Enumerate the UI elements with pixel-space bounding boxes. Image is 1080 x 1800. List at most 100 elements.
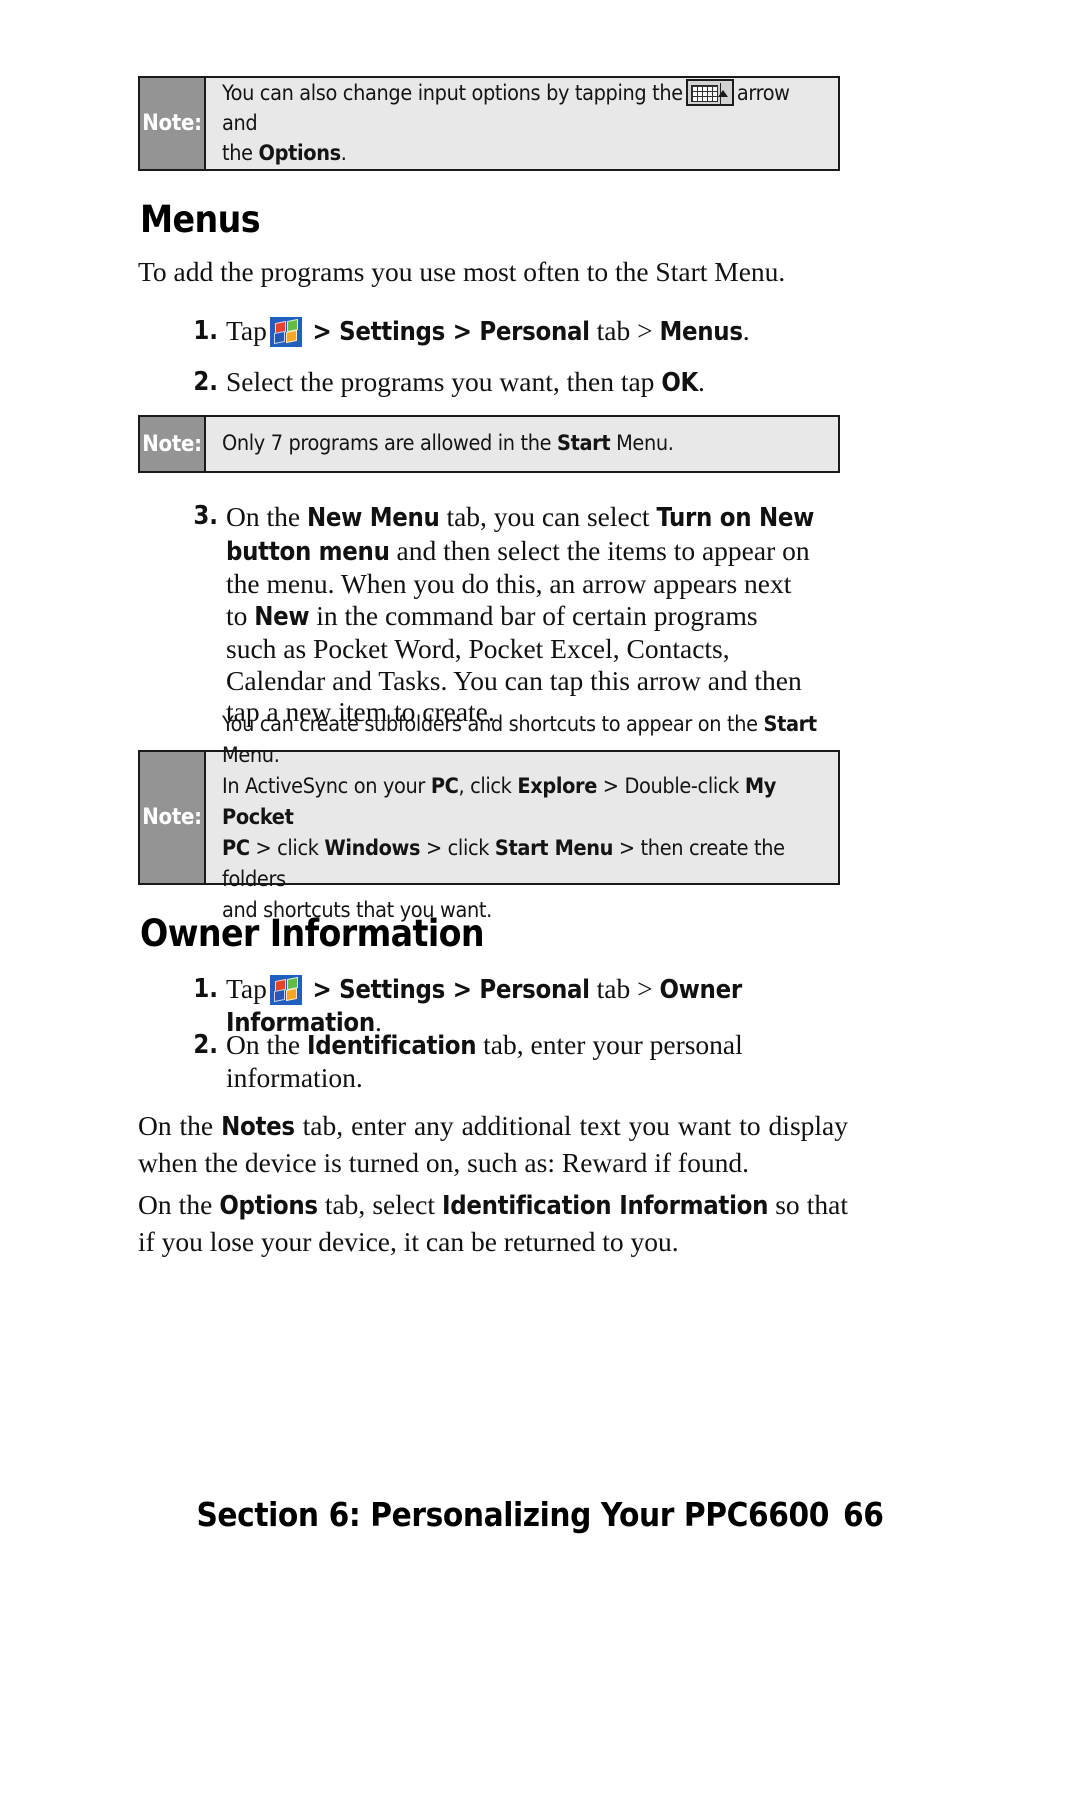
menus-step-3: 3. On the New Menu tab, you can select T…: [190, 501, 880, 728]
n3-l2e: > Double-click: [597, 774, 745, 799]
s3-new-menu: New Menu: [306, 503, 440, 533]
owner-step1-personal: Personal: [479, 975, 590, 1005]
n3-l1a: You can create subfolders and shortcuts …: [222, 712, 764, 737]
step1-sep2: >: [445, 317, 480, 347]
s3-new-bold: New: [254, 601, 310, 632]
p-options-a: On the: [138, 1189, 220, 1220]
note3-line1: You can create subfolders and shortcuts …: [222, 709, 824, 771]
soft-keyboard-arrow-icon: [685, 78, 734, 106]
note-label: Note:: [142, 111, 202, 136]
note2-after: Menu.: [610, 431, 674, 456]
owner-step2-rest: tab, enter your personal: [476, 1029, 743, 1060]
windows-start-icon[interactable]: [269, 975, 302, 1005]
step1-tap-word: Tap: [226, 315, 267, 346]
note2-line: Only 7 programs are allowed in the Start…: [222, 429, 824, 459]
note2-start-bold: Start: [557, 431, 611, 456]
menus-step-2: 2. Select the programs you want, then ta…: [190, 366, 870, 399]
p-notes-a: On the: [138, 1110, 222, 1141]
note-body: You can also change input options by tap…: [206, 78, 838, 169]
heading-menus: Menus: [140, 198, 261, 241]
note-box-subfolders-shortcuts: Note: You can create subfolders and shor…: [138, 712, 840, 923]
note1-options-bold: Options: [258, 140, 342, 166]
s3-l4a: to: [226, 599, 255, 631]
menus-step-1-number: 1.: [193, 316, 218, 346]
s3-turn-on-new: Turn on New: [656, 503, 814, 533]
step1-personal: Personal: [479, 317, 590, 347]
owner-step1-sep1: >: [304, 975, 340, 1005]
owner-step2-lead: On the: [226, 1029, 307, 1060]
paragraph-notes-tab: On the Notes tab, enter any additional t…: [138, 1108, 848, 1181]
heading-owner-information: Owner Information: [140, 912, 485, 955]
menus-step-2-number: 2.: [193, 367, 218, 397]
owner-step-2-number: 2.: [193, 1030, 218, 1060]
note1-line1: You can also change input options by tap…: [222, 78, 824, 139]
note-body: You can create subfolders and shortcuts …: [206, 712, 838, 923]
step2-period: .: [698, 366, 705, 397]
menus-step-3-text: On the New Menu tab, you can select Turn…: [226, 501, 880, 728]
owner-step-2-text: On the Identification tab, enter your pe…: [226, 1029, 870, 1094]
owner-step-1-number: 1.: [193, 974, 218, 1004]
note3-line2: In ActiveSync on your PC, click Explore …: [222, 771, 824, 833]
s3-l2: and then select the items to appear on: [389, 534, 810, 566]
note-label-cell: Note:: [140, 752, 206, 883]
n3-start-menu-bold: Start Menu: [494, 836, 614, 861]
step1-period: .: [742, 315, 750, 346]
manual-page: Note: You can also change input options …: [0, 0, 1080, 1800]
n3-l3d: > click: [420, 836, 495, 861]
note3-line3: PC > click Windows > click Start Menu > …: [222, 833, 824, 895]
menus-intro-paragraph: To add the programs you use most often t…: [138, 256, 786, 287]
n3-start-bold: Start: [763, 712, 817, 737]
n3-l3b: > click: [249, 836, 325, 861]
owner-step1-settings: Settings: [339, 975, 446, 1005]
menus-step-1-text: Tap > Settings > Personal tab > Menus.: [226, 315, 870, 348]
note-box-seven-programs: Note: Only 7 programs are allowed in the…: [138, 415, 840, 473]
n3-pc2-bold: PC: [222, 836, 250, 861]
owner-step1-tab-word: tab >: [589, 973, 660, 1004]
note-label-cell: Note:: [140, 78, 206, 169]
owner-step1-tap-word: Tap: [226, 973, 267, 1004]
owner-step2-identification: Identification: [306, 1031, 477, 1061]
n3-explore-bold: Explore: [517, 774, 598, 799]
p-options-c: tab, select: [317, 1189, 443, 1220]
note-label: Note:: [142, 431, 202, 457]
s3-button-menu: button menu: [226, 536, 390, 567]
owner-step1-sep2: >: [445, 975, 480, 1005]
note-label: Note:: [142, 805, 202, 830]
n3-l2a: In ActiveSync on your: [222, 774, 431, 799]
note2-before: Only 7 programs are allowed in the: [222, 431, 557, 456]
s3-l6: Calendar and Tasks. You can tap this arr…: [226, 664, 802, 696]
p-notes-bold: Notes: [221, 1112, 295, 1142]
note1-line2-after: .: [340, 140, 347, 166]
n3-l2c: , click: [458, 774, 518, 799]
note-body: Only 7 programs are allowed in the Start…: [206, 417, 838, 471]
n3-l1c: Menu.: [222, 743, 280, 768]
menus-step-1: 1. Tap > Settings > Personal tab > Menus…: [190, 315, 870, 348]
n3-windows-bold: Windows: [324, 836, 421, 861]
s3-l1a: On the: [226, 501, 307, 532]
step1-menus: Menus: [659, 317, 743, 347]
note1-line1-before: You can also change input options by tap…: [222, 80, 683, 106]
menus-step-2-text: Select the programs you want, then tap O…: [226, 366, 870, 399]
footer-section-title: Section 6: Personalizing Your PPC6600: [196, 1495, 830, 1534]
note-label-cell: Note:: [140, 417, 206, 471]
step1-tab-word: tab >: [589, 315, 660, 346]
menus-step-3-number: 3.: [193, 501, 218, 531]
windows-start-icon[interactable]: [269, 317, 302, 347]
s3-l4b: in the command bar of certain programs: [309, 599, 758, 631]
owner-step2-line2: information.: [226, 1062, 363, 1093]
step2-lead: Select the programs you want, then tap: [226, 366, 662, 397]
footer-page-number: 66: [843, 1495, 884, 1534]
s3-l3: the menu. When you do this, an arrow app…: [226, 568, 792, 599]
step1-settings: Settings: [339, 317, 446, 347]
step1-sep1: >: [304, 317, 340, 347]
paragraph-options-tab: On the Options tab, select Identificatio…: [138, 1187, 848, 1260]
note1-line2: the Options.: [222, 139, 824, 169]
s3-l1b: tab, you can select: [439, 501, 657, 532]
note1-line2-before: the: [222, 140, 259, 166]
page-footer: Section 6: Personalizing Your PPC6600 66: [0, 1495, 1080, 1534]
step2-ok: OK: [661, 368, 698, 398]
note-box-input-options: Note: You can also change input options …: [138, 76, 840, 171]
owner-step-2: 2. On the Identification tab, enter your…: [190, 1029, 870, 1094]
p-options-bold: Options: [219, 1191, 318, 1221]
n3-pc-bold: PC: [430, 774, 459, 799]
